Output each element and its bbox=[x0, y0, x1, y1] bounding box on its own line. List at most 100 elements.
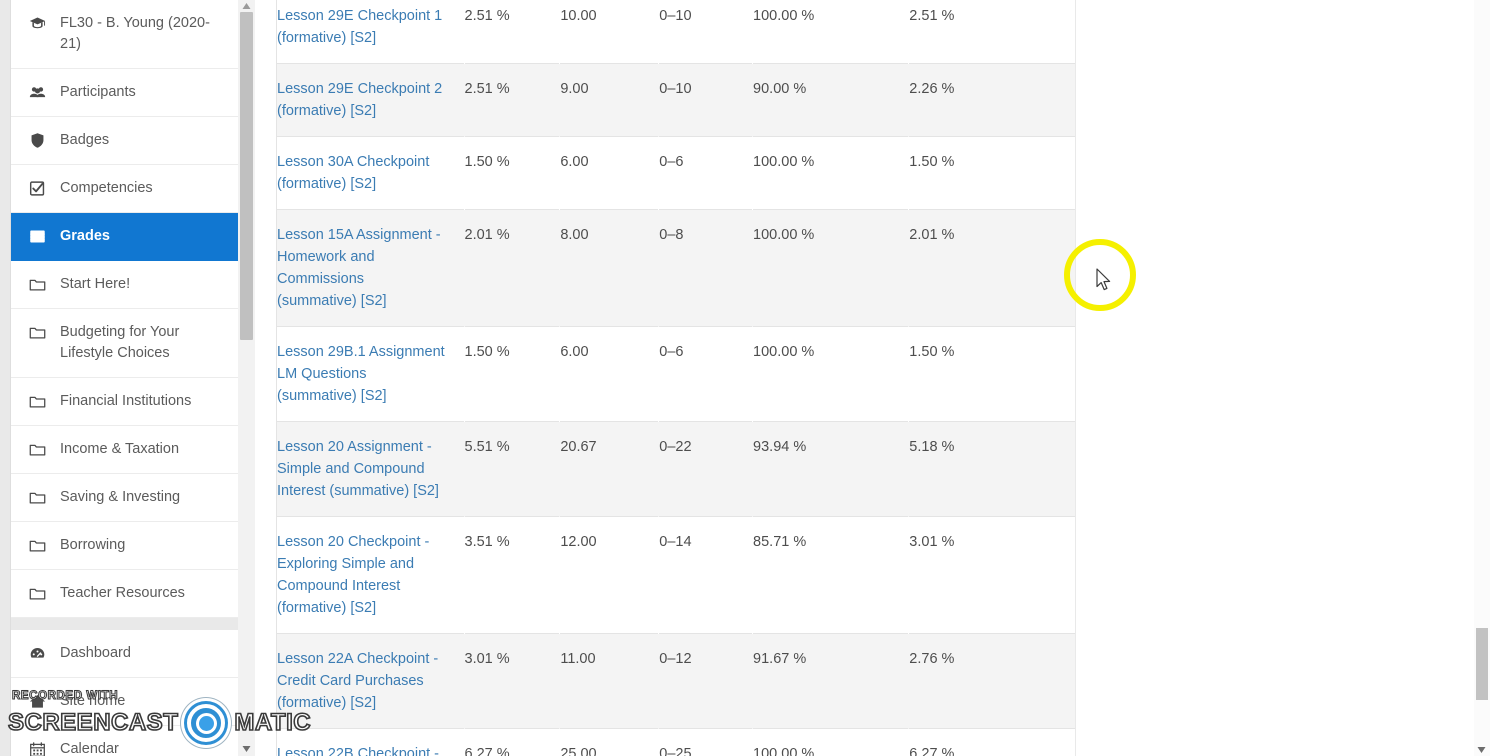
grade-item-percentage-cell: 100.00 % bbox=[753, 8, 815, 24]
grade-item-link[interactable]: Lesson 15A Assignment - Homework and Com… bbox=[277, 227, 441, 309]
grade-item-name-cell[interactable]: Lesson 29B.1 Assignment LM Questions (su… bbox=[276, 326, 464, 422]
grade-item-range-cell: 0–8 bbox=[659, 227, 684, 243]
sidebar-nav-list: FL30 - B. Young (2020-21) Participants Bad… bbox=[10, 0, 240, 756]
grade-item-percentage-cell: 91.67 % bbox=[753, 651, 807, 667]
sidebar-section-divider bbox=[11, 618, 239, 630]
grade-item-link[interactable]: Lesson 29E Checkpoint 1 (formative) [S2] bbox=[277, 8, 442, 46]
scroll-down-arrow-icon[interactable] bbox=[241, 743, 252, 754]
sidebar-item-course[interactable]: FL30 - B. Young (2020-21) bbox=[11, 0, 239, 69]
grade-item-name-cell[interactable]: Lesson 22B Checkpoint - Reading a Credit… bbox=[276, 728, 464, 756]
grade-item-grade-cell: 25.00 bbox=[560, 746, 597, 756]
grade-item-link[interactable]: Lesson 30A Checkpoint (formative) [S2] bbox=[277, 154, 429, 192]
grades-table-scroll-region[interactable]: Lesson 29E Checkpoint 1 (formative) [S2]… bbox=[276, 0, 1076, 756]
grade-item-name-cell[interactable]: Lesson 29E Checkpoint 1 (formative) [S2] bbox=[276, 0, 464, 64]
grade-item-range-cell: 0–10 bbox=[659, 8, 692, 24]
grade-item-name-cell[interactable]: Lesson 15A Assignment - Homework and Com… bbox=[276, 209, 464, 327]
grade-item-contribution-cell: 2.26 % bbox=[908, 63, 1076, 137]
sidebar-item-label: FL30 - B. Young (2020-21) bbox=[60, 15, 210, 52]
sidebar-item-calendar[interactable]: Calendar bbox=[11, 726, 239, 756]
grade-item-link[interactable]: Lesson 20 Assignment - Simple and Compou… bbox=[277, 439, 439, 499]
grade-item-percentage-cell: 100.00 % bbox=[753, 344, 815, 360]
grade-item-weight-cell: 2.51 % bbox=[464, 8, 510, 24]
grade-item-grade-cell: 12.00 bbox=[560, 534, 597, 550]
sidebar-scrollbar-track[interactable] bbox=[238, 0, 255, 756]
page-scroll-down-arrow-icon[interactable] bbox=[1476, 744, 1487, 755]
table-row[interactable]: Lesson 22B Checkpoint - Reading a Credit… bbox=[276, 728, 1076, 756]
table-row[interactable]: Lesson 29B.1 Assignment LM Questions (su… bbox=[276, 326, 1076, 422]
grade-item-link[interactable]: Lesson 22B Checkpoint - Reading a Credit… bbox=[277, 746, 439, 756]
sidebar-item-financial-institutions[interactable]: Financial Institutions bbox=[11, 378, 239, 426]
grade-item-link[interactable]: Lesson 22A Checkpoint - Credit Card Purc… bbox=[277, 651, 438, 711]
grade-item-link[interactable]: Lesson 29E Checkpoint 2 (formative) [S2] bbox=[277, 81, 442, 119]
sidebar-item-borrowing[interactable]: Borrowing bbox=[11, 522, 239, 570]
grade-item-grade-cell: 20.67 bbox=[560, 439, 597, 455]
sidebar-item-grades[interactable]: Grades bbox=[11, 213, 239, 261]
grade-item-contribution-cell: 1.50 % bbox=[908, 136, 1076, 210]
table-row[interactable]: Lesson 15A Assignment - Homework and Com… bbox=[276, 209, 1076, 327]
grade-item-name-cell[interactable]: Lesson 22A Checkpoint - Credit Card Purc… bbox=[276, 633, 464, 729]
sidebar-item-dashboard[interactable]: Dashboard bbox=[11, 630, 239, 678]
scroll-up-arrow-icon[interactable] bbox=[241, 1, 252, 12]
table-row[interactable]: Lesson 29E Checkpoint 2 (formative) [S2]… bbox=[276, 63, 1076, 137]
sidebar-item-label: Borrowing bbox=[60, 537, 126, 553]
grade-item-link[interactable]: Lesson 20 Checkpoint - Exploring Simple … bbox=[277, 534, 429, 616]
grade-item-grade-cell: 11.00 bbox=[560, 651, 596, 667]
sidebar-item-label: Start Here! bbox=[60, 276, 131, 292]
grade-item-grade-cell: 9.00 bbox=[560, 81, 589, 97]
app-root: FL30 - B. Young (2020-21) Participants Bad… bbox=[0, 0, 1490, 756]
sidebar-section: FL30 - B. Young (2020-21) Participants Bad… bbox=[11, 0, 239, 618]
grade-item-range-cell: 0–25 bbox=[659, 746, 692, 756]
grade-item-link[interactable]: Lesson 29B.1 Assignment LM Questions (su… bbox=[277, 344, 445, 404]
sidebar-item-saving-investing[interactable]: Saving & Investing bbox=[11, 474, 239, 522]
grades-table-body: Lesson 29E Checkpoint 1 (formative) [S2]… bbox=[276, 0, 1076, 756]
grade-item-percentage-cell: 85.71 % bbox=[753, 534, 807, 550]
checkbox-icon bbox=[29, 178, 51, 198]
table-row[interactable]: Lesson 20 Checkpoint - Exploring Simple … bbox=[276, 516, 1076, 634]
page-scrollbar-thumb[interactable] bbox=[1476, 628, 1488, 700]
sidebar-item-label: Dashboard bbox=[60, 645, 131, 661]
sidebar-item-teacher-resources[interactable]: Teacher Resources bbox=[11, 570, 239, 618]
sidebar-item-badges[interactable]: Badges bbox=[11, 117, 239, 165]
folder-icon bbox=[29, 583, 51, 603]
grade-item-percentage-cell: 100.00 % bbox=[753, 154, 815, 170]
sidebar-item-competencies[interactable]: Competencies bbox=[11, 165, 239, 213]
mouse-cursor-icon bbox=[1096, 268, 1113, 297]
folder-icon bbox=[29, 439, 51, 459]
table-row[interactable]: Lesson 29E Checkpoint 1 (formative) [S2]… bbox=[276, 0, 1076, 64]
sidebar-item-label: Teacher Resources bbox=[60, 585, 185, 601]
sidebar-item-income-taxation[interactable]: Income & Taxation bbox=[11, 426, 239, 474]
grade-item-name-cell[interactable]: Lesson 30A Checkpoint (formative) [S2] bbox=[276, 136, 464, 210]
sidebar-item-participants[interactable]: Participants bbox=[11, 69, 239, 117]
dashboard-icon bbox=[29, 643, 51, 663]
grade-item-weight-cell: 6.27 % bbox=[464, 746, 510, 756]
sidebar-item-site-home[interactable]: Site home bbox=[11, 678, 239, 726]
sidebar-item-start-here[interactable]: Start Here! bbox=[11, 261, 239, 309]
grade-item-name-cell[interactable]: Lesson 20 Assignment - Simple and Compou… bbox=[276, 421, 464, 517]
grade-item-weight-cell: 2.01 % bbox=[464, 227, 510, 243]
grade-item-percentage-cell: 100.00 % bbox=[753, 227, 815, 243]
folder-icon bbox=[29, 391, 51, 411]
grade-item-range-cell: 0–6 bbox=[659, 344, 684, 360]
grade-item-contribution-cell: 6.27 % bbox=[908, 728, 1076, 756]
folder-icon bbox=[29, 322, 51, 342]
sidebar-item-budgeting[interactable]: Budgeting for Your Lifestyle Choices bbox=[11, 309, 239, 378]
grade-item-range-cell: 0–10 bbox=[659, 81, 692, 97]
shield-icon bbox=[29, 130, 51, 150]
grade-item-name-cell[interactable]: Lesson 29E Checkpoint 2 (formative) [S2] bbox=[276, 63, 464, 137]
grade-item-weight-cell: 3.01 % bbox=[464, 651, 510, 667]
sidebar-item-label: Badges bbox=[60, 132, 110, 148]
sidebar-scrollbar-thumb[interactable] bbox=[240, 12, 253, 340]
grade-item-weight-cell: 2.51 % bbox=[464, 81, 510, 97]
grades-main-panel: Lesson 29E Checkpoint 1 (formative) [S2]… bbox=[255, 0, 1490, 756]
sidebar-item-label: Budgeting for Your Lifestyle Choices bbox=[60, 324, 180, 361]
table-row[interactable]: Lesson 22A Checkpoint - Credit Card Purc… bbox=[276, 633, 1076, 729]
grade-item-weight-cell: 3.51 % bbox=[464, 534, 510, 550]
table-row[interactable]: Lesson 30A Checkpoint (formative) [S2] 1.… bbox=[276, 136, 1076, 210]
grade-item-weight-cell: 5.51 % bbox=[464, 439, 510, 455]
page-scrollbar-track[interactable] bbox=[1474, 0, 1490, 756]
table-row[interactable]: Lesson 20 Assignment - Simple and Compou… bbox=[276, 421, 1076, 517]
grade-item-grade-cell: 10.00 bbox=[560, 8, 597, 24]
sidebar-item-label: Participants bbox=[60, 84, 136, 100]
grade-item-name-cell[interactable]: Lesson 20 Checkpoint - Exploring Simple … bbox=[276, 516, 464, 634]
grade-item-range-cell: 0–6 bbox=[659, 154, 684, 170]
